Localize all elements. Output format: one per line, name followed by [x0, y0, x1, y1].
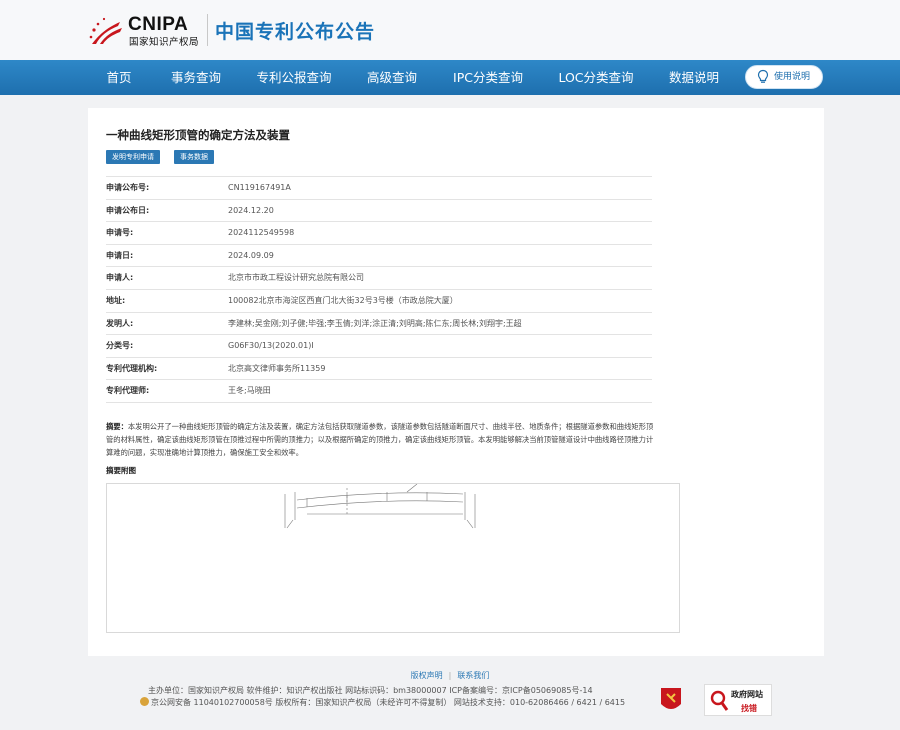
main-nav: 首页 事务查询 专利公报查询 高级查询 IPC分类查询 LOC分类查询 数据说明… — [0, 60, 900, 95]
nav-item-gazette-query[interactable]: 专利公报查询 — [253, 60, 335, 95]
patent-info-table: 申请公布号: CN119167491A 申请公布日: 2024.12.20 申请… — [106, 176, 652, 403]
info-row-applicant: 申请人: 北京市市政工程设计研究总院有限公司 — [106, 267, 652, 290]
footer-copyright-line: 京公网安备 11040102700058号 版权所有：国家知识产权局（未经许可不… — [140, 697, 625, 708]
abstract-text: 本发明公开了一种曲线矩形顶管的确定方法及装置，确定方法包括获取隧道参数，该隧道参… — [106, 422, 654, 457]
info-row-application-number: 申请号: 2024112549598 — [106, 222, 652, 245]
gov-badge-title: 政府网站 — [731, 690, 763, 699]
copyright-text: 版权所有：国家知识产权局（未经许可不得复制） 网站技术支持：010-620864… — [275, 698, 626, 707]
logo-star-icon — [89, 17, 122, 44]
copyright-link[interactable]: 版权声明 — [411, 671, 443, 680]
cnipa-logo[interactable]: CNIPA 国家知识产权局 — [88, 12, 208, 48]
help-button[interactable]: 使用说明 — [745, 65, 823, 89]
patent-abstract: 摘要：本发明公开了一种曲线矩形顶管的确定方法及装置，确定方法包括获取隧道参数，该… — [106, 420, 654, 459]
footer-link-separator: | — [448, 671, 452, 680]
site-title: 中国专利公布公告 — [215, 21, 376, 43]
info-value: 王冬;马晓田 — [228, 386, 271, 396]
info-label: 申请号: — [106, 228, 134, 238]
gov-badge-subtitle: 找错 — [741, 704, 757, 713]
abstract-label: 摘要： — [106, 422, 128, 431]
footer-info-line: 主办单位：国家知识产权局 软件维护：知识产权出版社 网站标识码：bm380000… — [148, 686, 593, 695]
info-row-publication-date: 申请公布日: 2024.12.20 — [106, 200, 652, 223]
nav-item-home[interactable]: 首页 — [96, 60, 142, 95]
info-value: 李建林;吴金刚;刘子健;毕强;李玉倩;刘洋;涂正清;刘明高;陈仁东;周长林;刘翔… — [228, 318, 522, 328]
nav-item-loc-query[interactable]: LOC分类查询 — [555, 60, 637, 95]
info-label: 分类号: — [106, 341, 134, 351]
info-row-agency: 专利代理机构: 北京高文律师事务所11359 — [106, 358, 652, 381]
affairs-data-button[interactable]: 事务数据 — [174, 150, 214, 164]
nav-item-affairs-query[interactable]: 事务查询 — [165, 60, 227, 95]
footer-links: 版权声明 | 联系我们 — [0, 670, 900, 681]
pipe-drawing-image — [284, 484, 476, 529]
info-label: 申请日: — [106, 250, 134, 260]
police-record-link[interactable]: 京公网安备 11040102700058号 — [151, 698, 273, 707]
info-value: 100082北京市海淀区西直门北大街32号3号楼（市政总院大厦） — [228, 295, 458, 305]
nav-item-advanced-query[interactable]: 高级查询 — [361, 60, 423, 95]
info-value: G06F30/13(2020.01)I — [228, 341, 314, 351]
info-label: 发明人: — [106, 318, 134, 328]
info-row-classification: 分类号: G06F30/13(2020.01)I — [106, 335, 652, 358]
nav-item-data-description[interactable]: 数据说明 — [664, 60, 724, 95]
abstract-figure-label: 摘要附图 — [106, 466, 136, 475]
info-value: 北京高文律师事务所11359 — [228, 363, 326, 373]
contact-link[interactable]: 联系我们 — [457, 671, 489, 680]
header-divider — [207, 14, 208, 46]
patent-detail-card: 一种曲线矩形顶管的确定方法及装置 发明专利申请 事务数据 申请公布号: CN11… — [88, 108, 824, 656]
info-value: CN119167491A — [228, 183, 291, 192]
info-label: 申请公布号: — [106, 183, 150, 192]
magnifier-icon — [710, 690, 729, 711]
info-row-inventors: 发明人: 李建林;吴金刚;刘子健;毕强;李玉倩;刘洋;涂正清;刘明高;陈仁东;周… — [106, 313, 652, 336]
logo-text: CNIPA — [128, 14, 189, 35]
info-row-application-date: 申请日: 2024.09.09 — [106, 245, 652, 268]
info-value: 2024112549598 — [228, 228, 295, 238]
info-label: 专利代理师: — [106, 386, 150, 396]
info-value: 2024.09.09 — [228, 250, 274, 260]
nav-item-ipc-query[interactable]: IPC分类查询 — [449, 60, 527, 95]
patent-title: 一种曲线矩形顶管的确定方法及装置 — [106, 128, 290, 142]
site-header: CNIPA 国家知识产权局 中国专利公布公告 — [0, 0, 900, 60]
info-row-address: 地址: 100082北京市海淀区西直门北大街32号3号楼（市政总院大厦） — [106, 290, 652, 313]
lightbulb-icon — [757, 69, 769, 83]
invention-application-button[interactable]: 发明专利申请 — [106, 150, 160, 164]
info-label: 申请人: — [106, 273, 134, 283]
info-value: 北京市市政工程设计研究总院有限公司 — [228, 273, 364, 283]
gov-website-error-badge[interactable]: 政府网站 找错 — [704, 684, 772, 716]
logo-subtitle: 国家知识产权局 — [129, 37, 200, 48]
police-badge-icon — [140, 697, 149, 706]
info-value: 2024.12.20 — [228, 205, 274, 215]
abstract-figure[interactable] — [106, 483, 680, 633]
party-emblem-icon[interactable] — [658, 686, 684, 714]
info-label: 地址: — [106, 295, 126, 305]
info-label: 专利代理机构: — [106, 363, 158, 373]
info-label: 申请公布日: — [106, 205, 150, 215]
info-row-publication-number: 申请公布号: CN119167491A — [106, 177, 652, 200]
info-row-agent: 专利代理师: 王冬;马晓田 — [106, 380, 652, 403]
help-button-label: 使用说明 — [774, 72, 811, 82]
